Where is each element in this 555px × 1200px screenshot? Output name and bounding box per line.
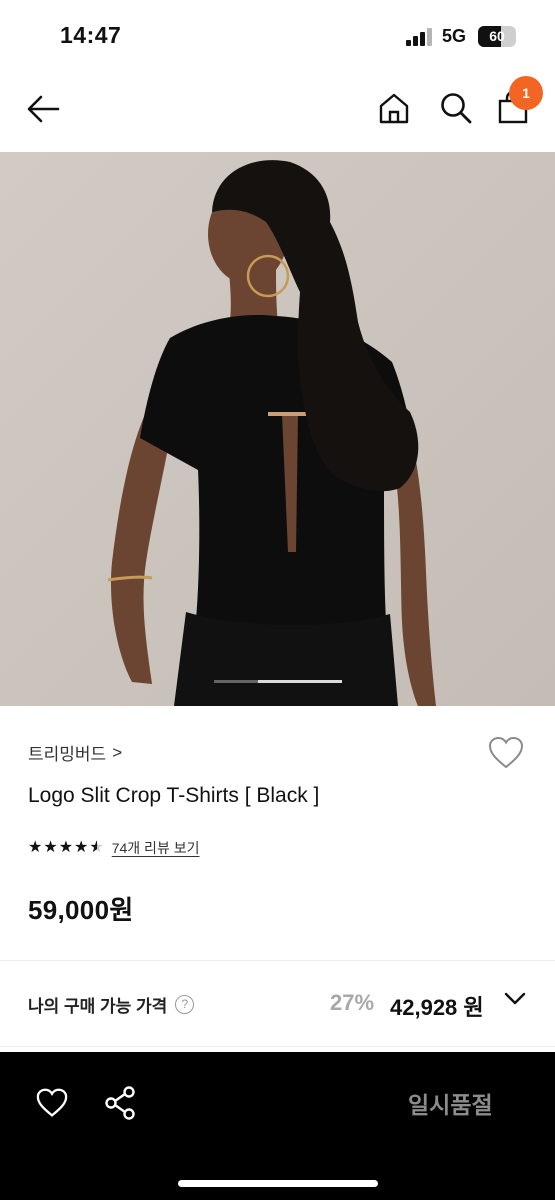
- my-price-label-group: 나의 구매 가능 가격 ?: [28, 992, 195, 1017]
- share-icon[interactable]: [104, 1086, 136, 1120]
- home-indicator: [178, 1180, 378, 1187]
- brand-name: 트리밍버드: [28, 745, 107, 764]
- signal-icon: [406, 28, 434, 46]
- star-icon: ★: [28, 839, 43, 856]
- star-icon: ★: [43, 839, 58, 856]
- status-time: 14:47: [60, 22, 122, 48]
- half-star-icon: ★ ★: [89, 839, 104, 856]
- divider: [0, 1046, 555, 1047]
- product-image[interactable]: [0, 152, 555, 706]
- heart-icon[interactable]: [36, 1088, 68, 1118]
- star-icon: ★: [58, 839, 74, 856]
- my-price-row[interactable]: 나의 구매 가능 가격 ? 27% 42,928 원: [0, 962, 555, 1046]
- network-label: 5G: [442, 26, 467, 46]
- battery-level: 60: [489, 28, 505, 44]
- chevron-down-icon[interactable]: [504, 992, 526, 1006]
- cart-count-badge: 1: [509, 76, 543, 110]
- home-icon[interactable]: [378, 92, 410, 124]
- carousel-indicator-inactive: [214, 680, 258, 683]
- status-bar: 14:47 5G 60: [0, 0, 555, 70]
- sold-out-button[interactable]: 일시품절: [408, 1086, 493, 1120]
- rating-row: ★ ★ ★ ★ ★ ★ 74개 리뷰 보기: [28, 838, 199, 858]
- sale-price: 42,928 원: [390, 995, 484, 1020]
- star-rating: ★ ★ ★ ★ ★ ★: [28, 840, 104, 856]
- star-icon: ★: [74, 839, 89, 856]
- product-photo: [0, 152, 555, 706]
- product-title: Logo Slit Crop T-Shirts [ Black ]: [28, 784, 320, 807]
- review-link[interactable]: 74개 리뷰 보기: [112, 838, 200, 858]
- product-price: 59,000원: [28, 895, 134, 925]
- battery-icon: 60: [478, 26, 516, 47]
- chevron-right-icon: >: [112, 742, 123, 762]
- help-icon[interactable]: ?: [175, 995, 195, 1014]
- bottom-action-bar: 일시품절: [0, 1052, 555, 1200]
- brand-link[interactable]: 트리밍버드 >: [28, 740, 122, 765]
- wishlist-heart-icon[interactable]: [488, 736, 524, 770]
- carousel-indicator-active: [258, 680, 342, 683]
- discount-rate: 27%: [330, 990, 375, 1015]
- top-nav: [0, 70, 555, 152]
- my-price-label: 나의 구매 가능 가격: [28, 997, 168, 1016]
- search-icon[interactable]: [440, 92, 472, 124]
- divider: [0, 960, 555, 961]
- back-arrow-icon[interactable]: [26, 94, 60, 124]
